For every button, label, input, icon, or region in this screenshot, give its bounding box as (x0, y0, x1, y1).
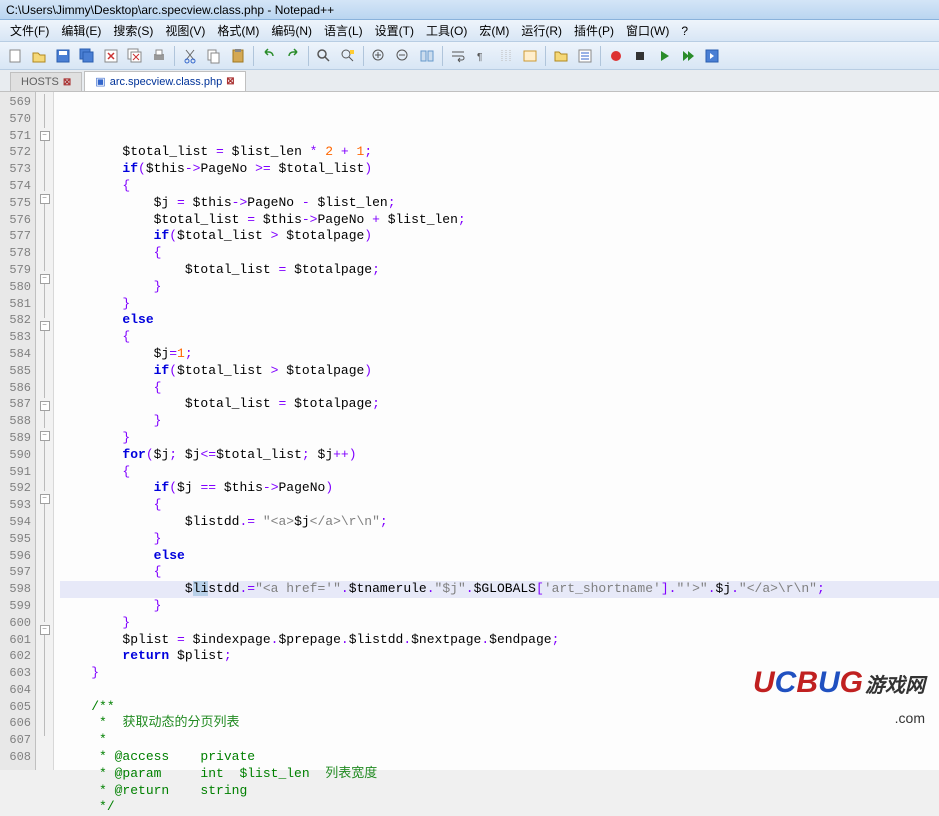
menu-file[interactable]: 文件(F) (4, 20, 55, 41)
toolbar: ¶ (0, 42, 939, 70)
macro-record-icon[interactable] (605, 45, 627, 67)
menu-tools[interactable]: 工具(O) (420, 20, 473, 41)
redo-icon[interactable] (282, 45, 304, 67)
macro-play-icon[interactable] (653, 45, 675, 67)
menu-format[interactable]: 格式(M) (211, 20, 265, 41)
close-all-icon[interactable] (124, 45, 146, 67)
menu-settings[interactable]: 设置(T) (369, 20, 420, 41)
zoom-in-icon[interactable] (368, 45, 390, 67)
menu-edit[interactable]: 编辑(E) (55, 20, 107, 41)
tab-label: HOSTS (21, 76, 59, 88)
svg-text:¶: ¶ (477, 52, 482, 63)
zoom-out-icon[interactable] (392, 45, 414, 67)
print-icon[interactable] (148, 45, 170, 67)
menu-bar: 文件(F) 编辑(E) 搜索(S) 视图(V) 格式(M) 编码(N) 语言(L… (0, 20, 939, 42)
save-all-icon[interactable] (76, 45, 98, 67)
toolbar-separator (174, 46, 175, 66)
menu-language[interactable]: 语言(L) (318, 20, 369, 41)
menu-help[interactable]: ? (675, 22, 694, 40)
toolbar-separator (442, 46, 443, 66)
close-icon[interactable] (100, 45, 122, 67)
menu-plugins[interactable]: 插件(P) (568, 20, 620, 41)
menu-view[interactable]: 视图(V) (159, 20, 211, 41)
toolbar-separator (600, 46, 601, 66)
close-tab-icon[interactable]: ⊠ (63, 77, 71, 88)
macro-save-icon[interactable] (701, 45, 723, 67)
menu-encoding[interactable]: 编码(N) (265, 20, 318, 41)
tab-hosts[interactable]: HOSTS ⊠ (10, 72, 82, 91)
show-chars-icon[interactable]: ¶ (471, 45, 493, 67)
wordwrap-icon[interactable] (447, 45, 469, 67)
fold-gutter: −−−−−−−− (36, 92, 54, 770)
find-icon[interactable] (313, 45, 335, 67)
menu-macro[interactable]: 宏(M) (473, 20, 515, 41)
macro-play-multi-icon[interactable] (677, 45, 699, 67)
tab-label: arc.specview.class.php (110, 76, 223, 88)
indent-guide-icon[interactable] (495, 45, 517, 67)
close-tab-icon[interactable]: ⊠ (226, 76, 234, 87)
menu-search[interactable]: 搜索(S) (107, 20, 159, 41)
toolbar-separator (308, 46, 309, 66)
line-number-gutter: 5695705715725735745755765775785795805815… (0, 92, 36, 770)
paste-icon[interactable] (227, 45, 249, 67)
menu-window[interactable]: 窗口(W) (620, 20, 675, 41)
code-area[interactable]: $total_list = $list_len * 2 + 1; if($thi… (54, 92, 939, 770)
new-file-icon[interactable] (4, 45, 26, 67)
macro-stop-icon[interactable] (629, 45, 651, 67)
replace-icon[interactable] (337, 45, 359, 67)
tab-specview[interactable]: ▣ arc.specview.class.php ⊠ (84, 71, 245, 91)
undo-icon[interactable] (258, 45, 280, 67)
cut-icon[interactable] (179, 45, 201, 67)
file-icon: ▣ (95, 75, 105, 88)
user-lang-icon[interactable] (519, 45, 541, 67)
open-file-icon[interactable] (28, 45, 50, 67)
tab-bar: HOSTS ⊠ ▣ arc.specview.class.php ⊠ (0, 70, 939, 92)
folder-view-icon[interactable] (550, 45, 572, 67)
save-icon[interactable] (52, 45, 74, 67)
window-title: C:\Users\Jimmy\Desktop\arc.specview.clas… (6, 3, 334, 17)
menu-run[interactable]: 运行(R) (515, 20, 568, 41)
toolbar-separator (545, 46, 546, 66)
toolbar-separator (253, 46, 254, 66)
copy-icon[interactable] (203, 45, 225, 67)
toolbar-separator (363, 46, 364, 66)
window-titlebar: C:\Users\Jimmy\Desktop\arc.specview.clas… (0, 0, 939, 20)
function-list-icon[interactable] (574, 45, 596, 67)
editor-area: 5695705715725735745755765775785795805815… (0, 92, 939, 770)
sync-scroll-icon[interactable] (416, 45, 438, 67)
